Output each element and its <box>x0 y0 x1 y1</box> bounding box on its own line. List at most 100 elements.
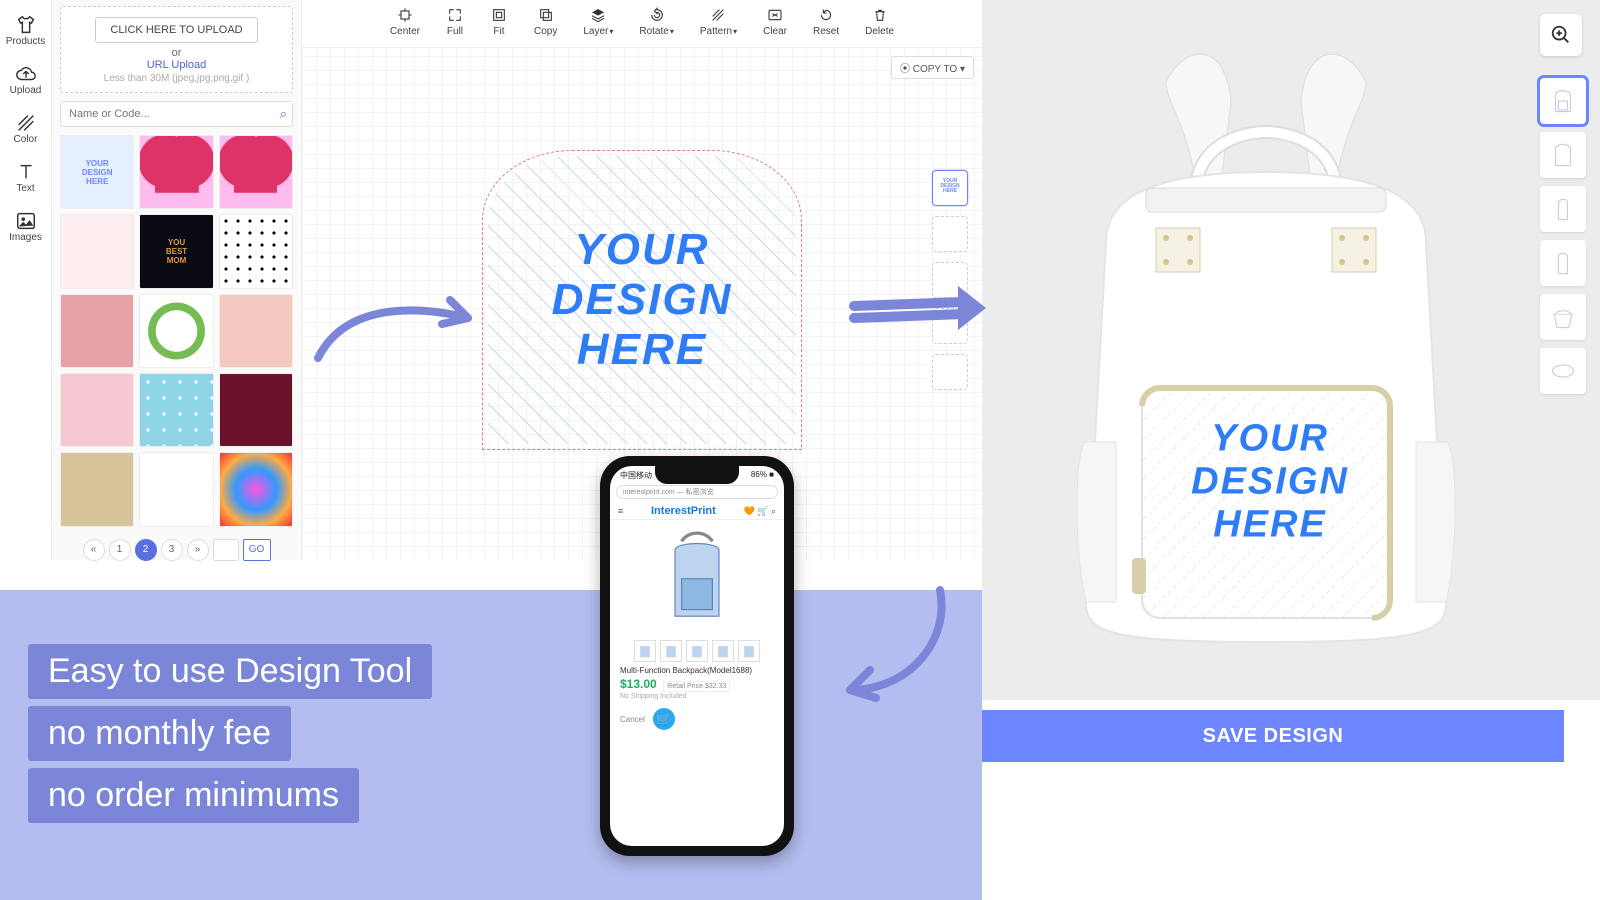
tools-rail: Products Upload Color Text Images <box>0 0 52 560</box>
thumb-side-l[interactable] <box>1540 186 1586 232</box>
assets-panel: CLICK HERE TO UPLOAD or URL Upload Less … <box>52 0 302 560</box>
asset-cell-4[interactable]: YOU BEST MOM <box>139 214 213 288</box>
ydh-line1: YOUR <box>552 225 733 275</box>
pv-l3: HERE <box>1155 504 1385 547</box>
mthumb-2[interactable] <box>660 640 682 662</box>
asset-cell-10[interactable] <box>139 373 213 447</box>
tb-rotate-label: Rotate▾ <box>639 26 673 37</box>
brand-logo: InterestPrint <box>651 505 716 517</box>
thumb-open[interactable] <box>1540 294 1586 340</box>
page-2[interactable]: 2 <box>135 539 157 561</box>
upload-hint: Less than 30M (jpeg,jpg,png,gif ) <box>67 73 286 84</box>
asset-grid: YOUR DESIGN HEREYOU BEST MOM <box>60 135 293 527</box>
asset-cell-2[interactable] <box>219 135 293 209</box>
asset-cell-5[interactable] <box>219 214 293 288</box>
bag-side-icon <box>1548 194 1578 224</box>
page-3[interactable]: 3 <box>161 539 183 561</box>
mthumb-4[interactable] <box>712 640 734 662</box>
tb-delete[interactable]: Delete <box>865 6 894 37</box>
rail-images-label: Images <box>9 232 42 243</box>
rotate-icon <box>649 7 665 23</box>
cancel-link[interactable]: Cancel <box>620 715 645 724</box>
url-bar[interactable]: interestprint.com — 私密浏览 <box>616 485 778 499</box>
preview-placeholder: YOUR DESIGN HERE <box>1155 418 1385 547</box>
save-design-button[interactable]: SAVE DESIGN <box>982 710 1564 762</box>
mthumb-1[interactable] <box>634 640 656 662</box>
asset-cell-6[interactable] <box>60 294 134 368</box>
asset-cell-12[interactable] <box>60 452 134 526</box>
mthumb-5[interactable] <box>738 640 760 662</box>
copy-to-dropdown[interactable]: ⦿ COPY TO ▾ <box>891 56 974 79</box>
print-area[interactable]: YOUR DESIGN HERE <box>482 150 802 450</box>
pattern-icon <box>710 7 726 23</box>
thumb-front[interactable] <box>1540 78 1586 124</box>
rail-upload[interactable]: Upload <box>0 57 52 106</box>
asset-cell-0[interactable]: YOUR DESIGN HERE <box>60 135 134 209</box>
rail-color-label: Color <box>14 134 38 145</box>
layer-slot-5[interactable] <box>932 354 968 390</box>
tb-layer-label: Layer▾ <box>583 26 613 37</box>
tb-rotate[interactable]: Rotate▾ <box>639 6 673 37</box>
preview-pane: YOUR DESIGN HERE <box>982 0 1600 700</box>
rail-images[interactable]: Images <box>0 204 52 253</box>
thumb-bottom[interactable] <box>1540 348 1586 394</box>
tb-fit[interactable]: Fit <box>490 6 508 37</box>
pv-l2: DESIGN <box>1155 461 1385 504</box>
page-next[interactable]: » <box>187 539 209 561</box>
asset-cell-9[interactable] <box>60 373 134 447</box>
asset-cell-1[interactable] <box>139 135 213 209</box>
mobile-product-image <box>642 526 752 636</box>
asset-cell-11[interactable] <box>219 373 293 447</box>
asset-cell-3[interactable] <box>60 214 134 288</box>
arrow-left <box>308 278 488 383</box>
zoom-button[interactable] <box>1540 14 1582 56</box>
tb-reset[interactable]: Reset <box>813 6 839 37</box>
search-input[interactable] <box>60 101 293 127</box>
promo-line-2: no monthly fee <box>28 706 291 761</box>
tb-pattern[interactable]: Pattern▾ <box>700 6 737 37</box>
url-upload-link[interactable]: URL Upload <box>67 59 286 71</box>
add-to-cart-button[interactable]: 🛒 <box>653 708 675 730</box>
page-jump-input[interactable] <box>213 539 239 561</box>
canvas-toolbar: Center Full Fit Copy Layer▾ Rotate▾ Patt… <box>302 0 982 48</box>
tb-center[interactable]: Center <box>390 6 420 37</box>
page-go[interactable]: GO <box>243 539 271 561</box>
asset-cell-14[interactable] <box>219 452 293 526</box>
layer-slot-2[interactable] <box>932 216 968 252</box>
search-icon[interactable]: ⌕ <box>280 106 287 122</box>
layer-icon <box>590 7 606 23</box>
mthumb-3[interactable] <box>686 640 708 662</box>
page-1[interactable]: 1 <box>109 539 131 561</box>
rail-color[interactable]: Color <box>0 106 52 155</box>
layer-slot-1[interactable]: YOUR DESIGN HERE <box>932 170 968 206</box>
tb-clear[interactable]: Clear <box>763 6 787 37</box>
header-icons: 🧡 🛒 ⌕ <box>744 506 776 517</box>
cloud-upload-icon <box>15 63 37 85</box>
asset-cell-7[interactable] <box>139 294 213 368</box>
thumb-back[interactable] <box>1540 132 1586 178</box>
pager: « 1 2 3 » GO <box>60 539 293 561</box>
promo-line-3: no order minimums <box>28 768 359 823</box>
asset-cell-8[interactable] <box>219 294 293 368</box>
tb-full-label: Full <box>447 26 463 37</box>
upload-button[interactable]: CLICK HERE TO UPLOAD <box>95 17 257 43</box>
tb-full[interactable]: Full <box>446 6 464 37</box>
asset-cell-13[interactable] <box>139 452 213 526</box>
ydh-line3: HERE <box>552 325 733 375</box>
rail-text[interactable]: Text <box>0 155 52 204</box>
rail-text-label: Text <box>16 183 34 194</box>
thumb-side-r[interactable] <box>1540 240 1586 286</box>
page-first[interactable]: « <box>83 539 105 561</box>
tb-layer[interactable]: Layer▾ <box>583 6 613 37</box>
tb-reset-label: Reset <box>813 26 839 37</box>
hamburger-icon[interactable]: ≡ <box>618 506 623 516</box>
text-icon <box>15 161 37 183</box>
upload-box: CLICK HERE TO UPLOAD or URL Upload Less … <box>60 6 293 93</box>
hatch-icon <box>15 112 37 134</box>
image-icon <box>15 210 37 232</box>
rail-products[interactable]: Products <box>0 8 52 57</box>
tb-center-label: Center <box>390 26 420 37</box>
fit-icon <box>491 7 507 23</box>
tb-copy[interactable]: Copy <box>534 6 557 37</box>
ship-note: No Shipping Included <box>610 693 784 700</box>
